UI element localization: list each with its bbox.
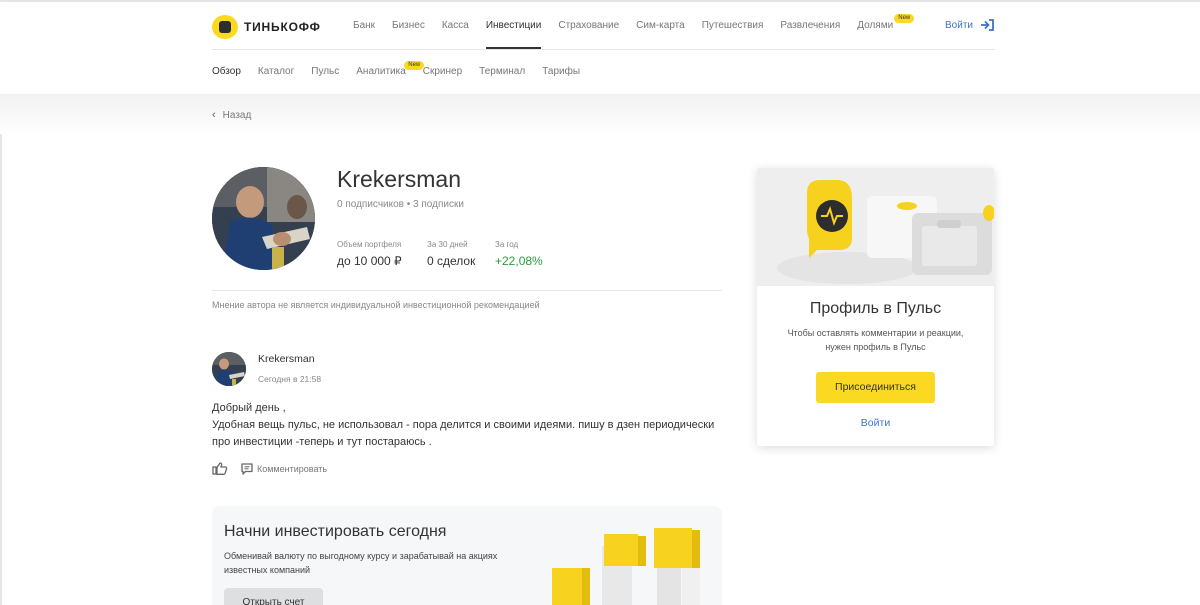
brand-logo[interactable]: ТИНЬКОФФ (212, 15, 321, 39)
subnav-label: Терминал (479, 66, 526, 77)
pulse-card-text-line: нужен профиль в Пульс (825, 342, 926, 352)
comment-button[interactable]: Комментировать (257, 464, 327, 474)
nav-item-investments[interactable]: Инвестиции (485, 2, 542, 49)
promo-title: Начни инвестировать сегодня (224, 523, 447, 540)
subnav-item-catalog[interactable]: Каталог (258, 49, 294, 96)
subnav-item-pulse[interactable]: Пульс (311, 49, 339, 96)
join-button[interactable]: Присоединиться (816, 372, 935, 403)
subnav-label: Тарифы (542, 66, 581, 77)
subnav-item-terminal[interactable]: Терминал (479, 49, 525, 96)
subnav-item-overview[interactable]: Обзор (212, 49, 241, 96)
nav-label: Касса (441, 20, 469, 31)
nav-label: Инвестиции (485, 20, 542, 31)
nav-label: Долями (857, 20, 894, 31)
header-shadow (0, 94, 1200, 134)
stat-label: За год (495, 240, 519, 249)
post-author-avatar[interactable] (212, 352, 246, 386)
nav-label: Бизнес (392, 20, 425, 31)
profile-divider (212, 290, 722, 291)
stat-label: Объем портфеля (337, 240, 402, 249)
nav-item-bank[interactable]: Банк (353, 2, 375, 49)
stat-value: 0 сделок (427, 254, 476, 268)
back-link[interactable]: ‹ Назад (212, 109, 251, 121)
site-header: ТИНЬКОФФ Банк Бизнес Касса Инвестиции Ст… (0, 2, 1200, 96)
login-arrow-icon (980, 19, 994, 31)
profile-username: Krekersman (337, 166, 461, 192)
open-account-button[interactable]: Открыть счет (224, 588, 323, 605)
nav-item-dolyami[interactable]: Долями New (857, 2, 915, 49)
stat-30-days: За 30 дней 0 сделок (427, 240, 475, 268)
new-badge: New (404, 61, 425, 70)
promo-illustration (552, 528, 700, 605)
post-line: про инвестиции -теперь и тут постараюсь … (212, 436, 432, 448)
nav-label: Страхование (558, 20, 620, 31)
investments-subnav: Обзор Каталог Пульс Аналитика New Скрине… (212, 49, 597, 96)
main-nav: Банк Бизнес Касса Инвестиции Страхование… (353, 2, 915, 49)
nav-label: Сим-карта (636, 20, 685, 31)
nav-label: Путешествия (701, 20, 764, 31)
nav-item-travel[interactable]: Путешествия (702, 2, 764, 49)
subnav-label: Аналитика (356, 66, 406, 77)
nav-item-kassa[interactable]: Касса (442, 2, 469, 49)
avatar-photo (212, 167, 315, 270)
stat-value: до 10 000 ₽ (337, 254, 402, 268)
avatar-photo (212, 352, 246, 386)
thumbs-up-icon[interactable] (212, 462, 228, 475)
pulse-card-text: Чтобы оставлять комментарии и реакции, н… (757, 326, 994, 354)
nav-item-business[interactable]: Бизнес (392, 2, 425, 49)
pulse-profile-card: Профиль в Пульс Чтобы оставлять коммента… (757, 168, 994, 446)
header-login-button[interactable]: Войти (945, 19, 994, 31)
pulse-card-illustration (757, 168, 994, 286)
login-label: Войти (945, 19, 973, 31)
subnav-item-screener[interactable]: Скринер (423, 49, 462, 96)
subnav-label: Каталог (257, 66, 295, 77)
stat-year: За год +22,08% (495, 240, 543, 268)
nav-label: Развлечения (780, 20, 841, 31)
chevron-left-icon: ‹ (212, 109, 216, 121)
comment-icon (241, 462, 253, 475)
nav-label: Банк (353, 20, 376, 31)
brand-name: ТИНЬКОФФ (244, 20, 321, 34)
pulse-login-link[interactable]: Войти (757, 417, 994, 429)
brand-emblem-icon (212, 15, 238, 39)
profile-avatar (212, 167, 315, 270)
subnav-label: Обзор (212, 66, 241, 77)
promo-banner: Начни инвестировать сегодня Обменивай ва… (212, 506, 722, 605)
post-timestamp: Сегодня в 21:58 (258, 374, 322, 384)
post-actions: Комментировать (212, 462, 327, 475)
post-line: Удобная вещь пульс, не использовал - пор… (212, 419, 715, 431)
pulse-card-title: Профиль в Пульс (809, 300, 942, 317)
post-body: Добрый день , Удобная вещь пульс, не исп… (212, 400, 722, 451)
stat-value: +22,08% (495, 254, 543, 268)
subnav-label: Пульс (311, 66, 340, 77)
profile-subscriptions[interactable]: 0 подписчиков • 3 подписки (337, 199, 464, 210)
nav-item-sim-card[interactable]: Сим-карта (636, 2, 685, 49)
new-badge: New (894, 14, 915, 23)
nav-item-insurance[interactable]: Страхование (558, 2, 619, 49)
post-line: Добрый день , (212, 402, 286, 414)
post-author-name[interactable]: Krekersman (258, 353, 315, 365)
pulse-card-text-line: Чтобы оставлять комментарии и реакции, (787, 328, 964, 338)
nav-item-entertainment[interactable]: Развлечения (780, 2, 840, 49)
subnav-item-tariffs[interactable]: Тарифы (542, 49, 580, 96)
subnav-item-analytics[interactable]: Аналитика New (356, 49, 425, 96)
disclaimer-text: Мнение автора не является индивидуальной… (212, 300, 540, 310)
stat-label: За 30 дней (427, 240, 468, 249)
subnav-label: Скринер (422, 66, 463, 77)
back-label: Назад (222, 109, 252, 121)
promo-text: Обменивай валюту по выгодному курсу и за… (224, 551, 498, 575)
stat-portfolio: Объем портфеля до 10 000 ₽ (337, 240, 402, 268)
